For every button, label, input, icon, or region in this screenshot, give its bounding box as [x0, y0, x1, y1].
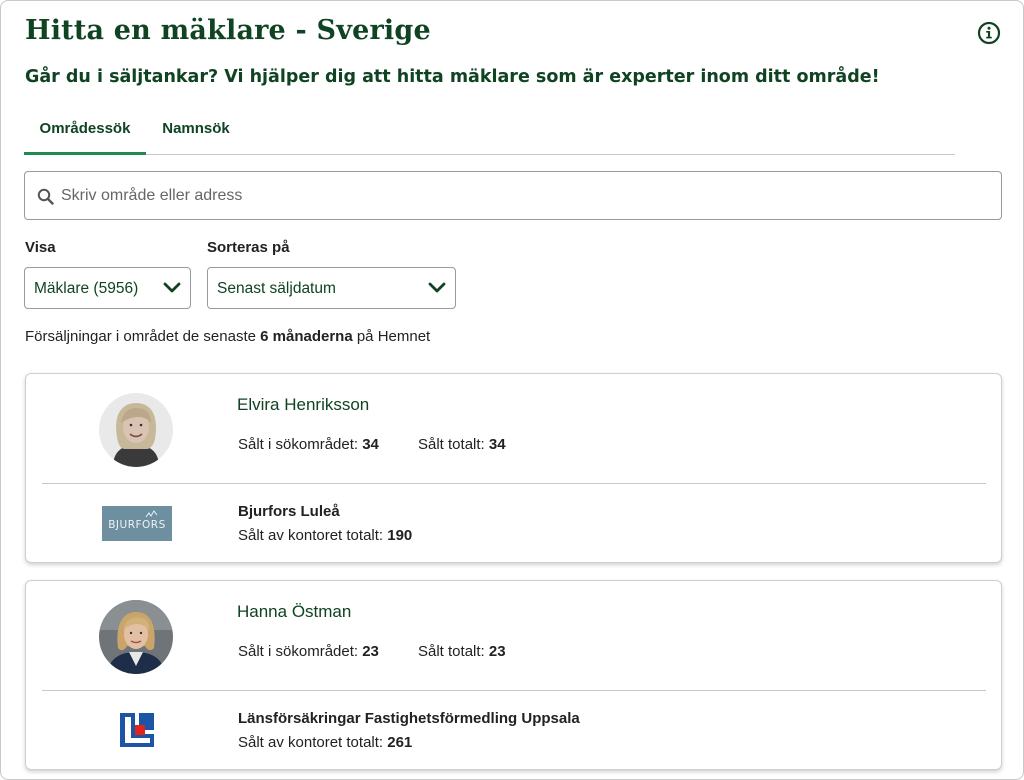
sold-total: Sålt totalt: 23	[418, 643, 506, 660]
page-frame: Hitta en mäklare - Sverige Går du i sälj…	[0, 0, 1024, 780]
office-name[interactable]: Länsförsäkringar Fastighetsförmedling Up…	[238, 710, 580, 727]
agent-avatar[interactable]	[99, 600, 173, 674]
info-circle-icon[interactable]	[977, 21, 1001, 45]
sold-in-area: Sålt i sökområdet: 34	[238, 436, 379, 453]
card-divider	[42, 690, 986, 691]
visa-select[interactable]: Mäklare (5956)	[24, 267, 191, 309]
sold-total: Sålt totalt: 34	[418, 436, 506, 453]
agent-name[interactable]: Elvira Henriksson	[237, 395, 369, 415]
sold-in-area: Sålt i sökområdet: 23	[238, 643, 379, 660]
office-logo-text: BJURFORS	[108, 519, 166, 531]
office-sold-total: Sålt av kontoret totalt: 190	[238, 527, 413, 544]
office-logo	[120, 713, 154, 747]
search-icon	[37, 188, 54, 205]
agent-avatar[interactable]	[99, 393, 173, 467]
search-input[interactable]	[61, 172, 991, 219]
bird-icon	[145, 510, 158, 518]
visa-select-value: Mäklare (5956)	[34, 280, 139, 297]
office-sold-total: Sålt av kontoret totalt: 261	[238, 734, 413, 751]
agent-card[interactable]: Hanna Östman Sålt i sökområdet: 23 Sålt …	[25, 580, 1002, 770]
search-box[interactable]	[24, 171, 1002, 220]
sort-label: Sorteras på	[207, 239, 290, 256]
office-logo: BJURFORS	[102, 506, 172, 541]
card-divider	[42, 483, 986, 484]
page-subtitle: Går du i säljtankar? Vi hjälper dig att …	[25, 67, 880, 87]
agent-card[interactable]: Elvira Henriksson Sålt i sökområdet: 34 …	[25, 373, 1002, 563]
office-name[interactable]: Bjurfors Luleå	[238, 503, 340, 520]
sort-select[interactable]: Senast säljdatum	[207, 267, 456, 309]
page-title: Hitta en mäklare - Sverige	[25, 15, 431, 46]
agent-name[interactable]: Hanna Östman	[237, 602, 351, 622]
search-tabs: Områdessök Namnsök	[24, 109, 955, 155]
tab-name-search[interactable]: Namnsök	[146, 109, 246, 155]
sort-select-value: Senast säljdatum	[217, 280, 336, 297]
visa-label: Visa	[25, 239, 56, 256]
tab-area-search[interactable]: Områdessök	[24, 109, 146, 155]
chevron-down-icon	[163, 282, 181, 293]
sales-period-info: Försäljningar i området de senaste 6 mån…	[25, 328, 431, 345]
chevron-down-icon	[428, 282, 446, 293]
